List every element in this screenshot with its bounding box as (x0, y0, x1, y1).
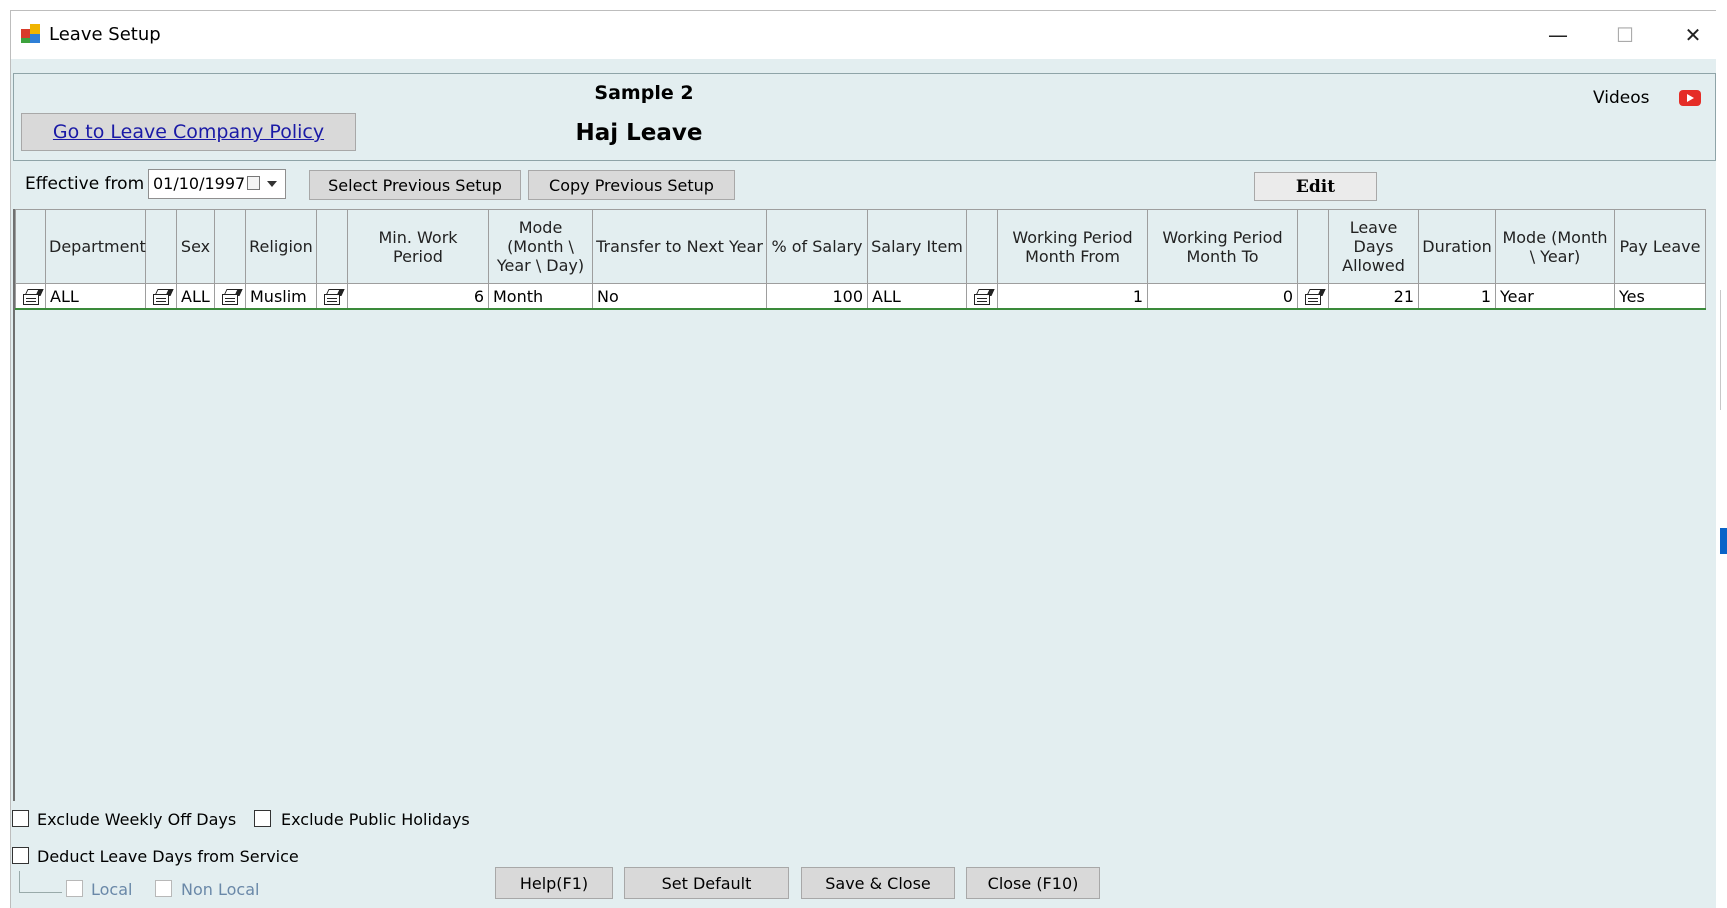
maximize-button[interactable]: ☐ (1591, 11, 1659, 59)
cell-transfer-next-year[interactable]: No (592, 283, 767, 310)
cell-department[interactable]: ALL (45, 283, 146, 310)
grid-table: Department Sex Religion Min. Work Period… (15, 209, 1706, 310)
table-row[interactable]: ALL ALL Muslim 6 Month No 100 ALL 1 0 21… (15, 283, 1706, 310)
local-label[interactable]: Local (91, 880, 132, 899)
exclude-weekly-off-checkbox[interactable] (12, 810, 29, 827)
calendar-icon[interactable] (247, 176, 260, 190)
leave-setup-window: Leave Setup — ☐ ✕ Sample 2 Haj Leave Go … (10, 10, 1716, 908)
header-religion[interactable]: Religion (245, 209, 317, 284)
sample-title: Sample 2 (594, 82, 694, 104)
youtube-icon[interactable] (1679, 90, 1701, 106)
videos-label[interactable]: Videos (1593, 88, 1650, 108)
cell-salary-item[interactable]: ALL (867, 283, 967, 310)
save-close-button[interactable]: Save & Close (801, 867, 955, 899)
effective-date-picker[interactable]: 01/10/1997 (148, 169, 286, 199)
sex-picker-icon[interactable] (219, 288, 243, 306)
cell-mode-month-year[interactable]: Year (1495, 283, 1615, 310)
minimize-icon: — (1548, 23, 1568, 47)
header-transfer-next-year[interactable]: Transfer to Next Year (592, 209, 767, 284)
exclude-public-holidays-checkbox[interactable] (254, 810, 271, 827)
content-area: Sample 2 Haj Leave Go to Leave Company P… (11, 59, 1716, 908)
leave-type-title: Haj Leave (575, 120, 703, 146)
cell-pay-leave[interactable]: Yes (1614, 283, 1706, 310)
header-wp-month-from[interactable]: Working Period Month From (997, 209, 1148, 284)
select-previous-setup-button[interactable]: Select Previous Setup (309, 170, 521, 200)
non-local-label[interactable]: Non Local (181, 880, 259, 899)
edit-button[interactable]: Edit (1254, 172, 1377, 201)
header-min-work-period[interactable]: Min. Work Period (347, 209, 489, 284)
help-button[interactable]: Help(F1) (495, 867, 613, 899)
grid-header-row: Department Sex Religion Min. Work Period… (15, 209, 1706, 284)
copy-previous-setup-button[interactable]: Copy Previous Setup (528, 170, 735, 200)
tree-connector (19, 871, 62, 893)
cell-religion[interactable]: Muslim (245, 283, 317, 310)
cell-wp-month-to[interactable]: 0 (1147, 283, 1298, 310)
header-sex-picker (214, 209, 246, 284)
row-edit-icon[interactable] (20, 288, 44, 306)
header-religion-picker (316, 209, 348, 284)
minimize-button[interactable]: — (1524, 11, 1592, 59)
row-selector[interactable] (15, 283, 46, 310)
cell-min-work-period[interactable]: 6 (347, 283, 489, 310)
religion-picker-cell[interactable] (316, 283, 348, 310)
header-wp-month-to[interactable]: Working Period Month To (1147, 209, 1298, 284)
exclude-public-holidays-label[interactable]: Exclude Public Holidays (281, 810, 470, 829)
department-picker-icon[interactable] (150, 288, 174, 306)
cell-leave-days-allowed[interactable]: 21 (1328, 283, 1419, 310)
deduct-leave-days-label[interactable]: Deduct Leave Days from Service (37, 847, 299, 866)
religion-picker-icon[interactable] (321, 288, 345, 306)
exclude-weekly-off-label[interactable]: Exclude Weekly Off Days (37, 810, 236, 829)
header-department-picker (145, 209, 177, 284)
cell-mode[interactable]: Month (488, 283, 593, 310)
window-title: Leave Setup (49, 24, 161, 45)
chevron-down-icon[interactable] (267, 181, 277, 187)
cell-duration[interactable]: 1 (1418, 283, 1496, 310)
sex-picker-cell[interactable] (214, 283, 246, 310)
policy-link-text: Go to Leave Company Policy (52, 121, 325, 143)
header-leave-days-allowed[interactable]: Leave Days Allowed (1328, 209, 1419, 284)
leave-company-policy-link[interactable]: Go to Leave Company Policy (21, 113, 356, 151)
close-icon: ✕ (1684, 23, 1702, 47)
deduct-leave-days-checkbox[interactable] (12, 847, 29, 864)
cell-sex[interactable]: ALL (176, 283, 215, 310)
header-panel: Sample 2 Haj Leave Go to Leave Company P… (13, 73, 1716, 161)
background-window-edge (1720, 290, 1727, 410)
effective-from-label: Effective from : (25, 174, 156, 194)
close-window-button[interactable]: ✕ (1659, 11, 1727, 59)
set-default-button[interactable]: Set Default (624, 867, 789, 899)
header-duration[interactable]: Duration (1418, 209, 1496, 284)
leave-rules-grid: Department Sex Religion Min. Work Period… (13, 209, 1716, 801)
header-pay-leave[interactable]: Pay Leave (1614, 209, 1706, 284)
header-department[interactable]: Department (45, 209, 146, 284)
effective-date-value[interactable]: 01/10/1997 (153, 174, 245, 193)
department-picker-cell[interactable] (145, 283, 177, 310)
header-salary-item[interactable]: Salary Item (867, 209, 967, 284)
background-scroll-marker (1720, 528, 1727, 554)
header-salary-item-picker (966, 209, 998, 284)
header-row-selector[interactable] (15, 209, 46, 284)
maximize-icon: ☐ (1616, 23, 1634, 47)
close-button[interactable]: Close (F10) (966, 867, 1100, 899)
salary-item-picker-icon[interactable] (971, 288, 995, 306)
header-sex[interactable]: Sex (176, 209, 215, 284)
non-local-checkbox[interactable] (155, 880, 172, 897)
salary-item-picker-cell[interactable] (966, 283, 998, 310)
local-checkbox[interactable] (66, 880, 83, 897)
cell-wp-month-from[interactable]: 1 (997, 283, 1148, 310)
header-wp-picker (1297, 209, 1329, 284)
wp-picker-cell[interactable] (1297, 283, 1329, 310)
header-mode[interactable]: Mode (Month \ Year \ Day) (488, 209, 593, 284)
title-bar[interactable]: Leave Setup — ☐ ✕ (11, 11, 1716, 59)
wp-picker-icon[interactable] (1302, 288, 1326, 306)
header-percent-salary[interactable]: % of Salary (766, 209, 868, 284)
app-icon (21, 24, 41, 44)
cell-percent-salary[interactable]: 100 (766, 283, 868, 310)
header-mode-month-year[interactable]: Mode (Month \ Year) (1495, 209, 1615, 284)
